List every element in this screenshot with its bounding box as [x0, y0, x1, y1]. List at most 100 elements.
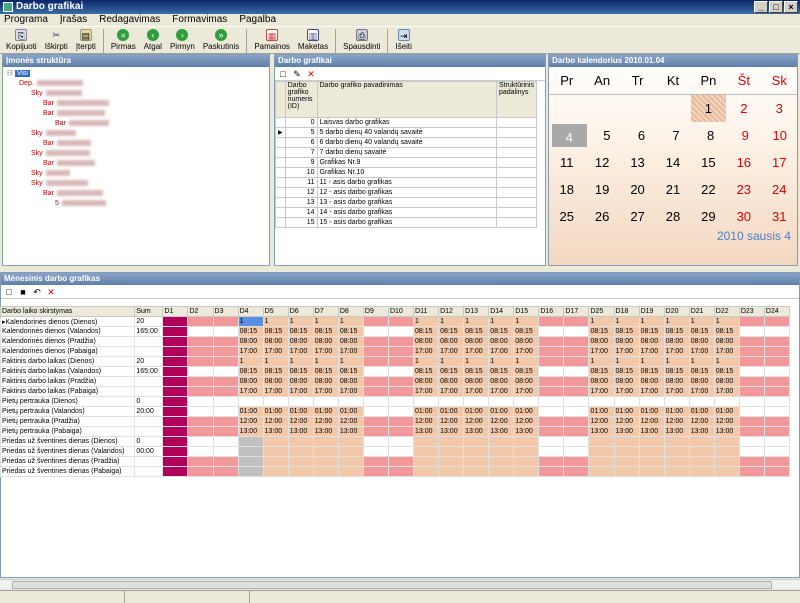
day-cell[interactable]	[262, 466, 289, 477]
col-header[interactable]: Sum	[134, 306, 164, 317]
day-cell[interactable]	[362, 446, 389, 457]
day-cell[interactable]	[337, 396, 364, 407]
shifts-button[interactable]: ▦ Pamainos	[250, 27, 294, 53]
table-row[interactable]: Pietų pertrauka (Dienos) 0	[0, 396, 791, 407]
day-cell[interactable]: 08:00	[713, 376, 740, 387]
day-cell[interactable]: 08:00	[588, 336, 615, 347]
tree-node[interactable]: Sky	[7, 169, 265, 179]
day-cell[interactable]	[312, 446, 339, 457]
day-cell[interactable]: 08:15	[688, 366, 715, 377]
day-cell[interactable]	[362, 406, 389, 417]
day-cell[interactable]	[613, 466, 640, 477]
day-cell[interactable]	[688, 456, 715, 467]
delete-icon[interactable]: ✕	[306, 69, 316, 79]
day-cell[interactable]: 13:00	[287, 426, 314, 437]
day-cell[interactable]	[387, 396, 415, 407]
day-cell[interactable]: 12:00	[438, 416, 465, 427]
calendar-day[interactable]: 4	[552, 124, 587, 147]
day-cell[interactable]	[763, 436, 791, 447]
day-cell[interactable]: 08:15	[312, 326, 339, 337]
day-cell[interactable]	[563, 456, 590, 467]
table-row[interactable]: Pietų pertrauka (Pradžia) 12:00 12:00 12:00…	[0, 416, 791, 427]
col-header[interactable]: D10	[387, 306, 415, 317]
day-cell[interactable]	[187, 436, 214, 447]
day-cell[interactable]	[287, 446, 314, 457]
day-cell[interactable]	[362, 316, 389, 327]
day-cell[interactable]	[588, 456, 615, 467]
day-cell[interactable]: 08:00	[613, 336, 640, 347]
day-cell[interactable]	[738, 386, 765, 397]
day-cell[interactable]: 08:00	[663, 376, 690, 387]
calendar-day[interactable]	[655, 95, 690, 122]
day-cell[interactable]: 13:00	[663, 426, 690, 437]
tree-root[interactable]: ⊟ Visi	[7, 69, 265, 79]
day-cell[interactable]: 01:00	[287, 406, 314, 417]
day-cell[interactable]	[563, 336, 590, 347]
col-header[interactable]: D9	[362, 306, 389, 317]
day-cell[interactable]	[688, 446, 715, 457]
day-cell[interactable]: 08:00	[663, 336, 690, 347]
day-cell[interactable]	[387, 436, 415, 447]
day-cell[interactable]	[438, 436, 465, 447]
day-cell[interactable]: 08:15	[713, 366, 740, 377]
day-cell[interactable]	[638, 436, 665, 447]
table-row[interactable]: ▶ 5 5 darbo dienų 40 valandų savaitė	[275, 127, 538, 138]
day-cell[interactable]: 1	[237, 316, 264, 327]
day-cell[interactable]	[387, 416, 415, 427]
day-cell[interactable]	[237, 456, 264, 467]
day-cell[interactable]	[713, 396, 740, 407]
day-cell[interactable]: 17:00	[638, 386, 665, 397]
menu-pagalba[interactable]: Pagalba	[239, 14, 276, 26]
day-cell[interactable]	[513, 466, 540, 477]
day-cell[interactable]	[362, 396, 389, 407]
day-cell[interactable]: 17:00	[337, 346, 364, 357]
col-header[interactable]: D5	[262, 306, 289, 317]
day-cell[interactable]: 12:00	[513, 416, 540, 427]
day-cell[interactable]	[538, 386, 565, 397]
day-cell[interactable]: 1	[588, 356, 615, 367]
day-cell[interactable]	[387, 386, 415, 397]
scroll-thumb[interactable]	[12, 581, 772, 589]
day-cell[interactable]: 17:00	[413, 346, 440, 357]
day-cell[interactable]	[187, 466, 214, 477]
day-cell[interactable]	[463, 456, 490, 467]
new-icon[interactable]: □	[4, 287, 14, 297]
day-cell[interactable]: 1	[262, 316, 289, 327]
day-cell[interactable]: 08:15	[513, 326, 540, 337]
col-name[interactable]: Darbo grafiko pavadinimas	[316, 81, 497, 118]
day-cell[interactable]	[162, 446, 189, 457]
day-cell[interactable]	[738, 406, 765, 417]
day-cell[interactable]: 17:00	[488, 386, 515, 397]
day-cell[interactable]: 1	[337, 316, 364, 327]
calendar-day[interactable]: 7	[659, 122, 694, 149]
calendar-day[interactable]: 1	[690, 95, 727, 122]
calendar-day[interactable]: 6	[624, 122, 659, 149]
day-cell[interactable]	[162, 466, 189, 477]
day-cell[interactable]	[162, 316, 189, 327]
calendar-day[interactable]: 13	[620, 149, 655, 176]
day-cell[interactable]: 17:00	[663, 386, 690, 397]
day-cell[interactable]	[162, 416, 189, 427]
day-cell[interactable]: 13:00	[588, 426, 615, 437]
col-header[interactable]: D18	[613, 306, 640, 317]
calendar-day[interactable]: 24	[762, 176, 797, 203]
day-cell[interactable]	[638, 456, 665, 467]
day-cell[interactable]	[162, 426, 189, 437]
day-cell[interactable]	[362, 456, 389, 467]
day-cell[interactable]	[763, 416, 791, 427]
day-cell[interactable]: 08:15	[688, 326, 715, 337]
calendar-day[interactable]: 25	[549, 203, 584, 230]
day-cell[interactable]	[312, 396, 339, 407]
day-cell[interactable]	[413, 396, 440, 407]
day-cell[interactable]: 08:00	[262, 336, 289, 347]
day-cell[interactable]	[688, 466, 715, 477]
day-cell[interactable]: 08:00	[237, 336, 264, 347]
day-cell[interactable]	[738, 426, 765, 437]
day-cell[interactable]: 12:00	[663, 416, 690, 427]
day-cell[interactable]	[187, 346, 214, 357]
day-cell[interactable]	[738, 446, 765, 457]
day-cell[interactable]: 08:00	[262, 376, 289, 387]
day-cell[interactable]: 1	[613, 356, 640, 367]
day-cell[interactable]: 1	[488, 356, 515, 367]
tree-node[interactable]: Bar	[7, 109, 265, 119]
